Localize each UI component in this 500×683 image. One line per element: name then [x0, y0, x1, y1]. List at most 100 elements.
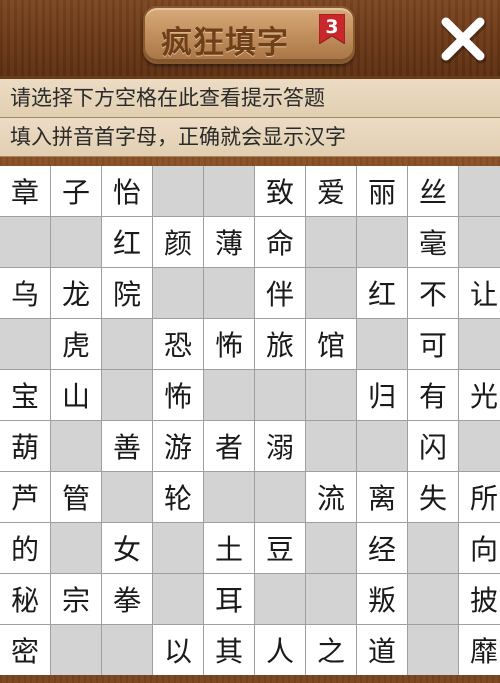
- grid-cell-empty[interactable]: [51, 625, 101, 675]
- grid-cell-empty[interactable]: [459, 217, 500, 267]
- grid-cell-filled[interactable]: 轮: [153, 472, 203, 522]
- grid-cell-empty[interactable]: [255, 370, 305, 420]
- grid-cell-empty[interactable]: [153, 523, 203, 573]
- grid-cell-empty[interactable]: [204, 370, 254, 420]
- grid-cell-filled[interactable]: 豆: [255, 523, 305, 573]
- grid-cell-filled[interactable]: 靡: [459, 625, 500, 675]
- grid-cell-filled[interactable]: 爱: [306, 166, 356, 216]
- grid-cell-empty[interactable]: [51, 523, 101, 573]
- grid-cell-filled[interactable]: 怖: [204, 319, 254, 369]
- grid-cell-filled[interactable]: 山: [51, 370, 101, 420]
- grid-cell-filled[interactable]: 旅: [255, 319, 305, 369]
- grid-cell-empty[interactable]: [306, 574, 356, 624]
- grid-cell-empty[interactable]: [408, 625, 458, 675]
- grid-cell-filled[interactable]: 乌: [0, 268, 50, 318]
- grid-cell-filled[interactable]: 章: [0, 166, 50, 216]
- grid-cell-empty[interactable]: [0, 217, 50, 267]
- grid-cell-filled[interactable]: 土: [204, 523, 254, 573]
- grid-cell-filled[interactable]: 所: [459, 472, 500, 522]
- grid-cell-empty[interactable]: [153, 268, 203, 318]
- grid-cell-filled[interactable]: 其: [204, 625, 254, 675]
- grid-cell-filled[interactable]: 宗: [51, 574, 101, 624]
- grid-cell-filled[interactable]: 芦: [0, 472, 50, 522]
- grid-cell-empty[interactable]: [255, 472, 305, 522]
- grid-cell-empty[interactable]: [51, 217, 101, 267]
- grid-cell-empty[interactable]: [306, 523, 356, 573]
- grid-cell-empty[interactable]: [306, 421, 356, 471]
- grid-cell-empty[interactable]: [459, 421, 500, 471]
- grid-cell-filled[interactable]: 让: [459, 268, 500, 318]
- grid-cell-filled[interactable]: 颜: [153, 217, 203, 267]
- grid-cell-filled[interactable]: 失: [408, 472, 458, 522]
- grid-cell-filled[interactable]: 归: [357, 370, 407, 420]
- grid-cell-filled[interactable]: 宝: [0, 370, 50, 420]
- grid-cell-filled[interactable]: 向: [459, 523, 500, 573]
- close-button[interactable]: [438, 14, 490, 66]
- grid-cell-empty[interactable]: [408, 523, 458, 573]
- grid-cell-empty[interactable]: [0, 319, 50, 369]
- grid-cell-filled[interactable]: 的: [0, 523, 50, 573]
- grid-cell-empty[interactable]: [459, 319, 500, 369]
- grid-cell-filled[interactable]: 耳: [204, 574, 254, 624]
- grid-cell-empty[interactable]: [204, 472, 254, 522]
- grid-cell-filled[interactable]: 怖: [153, 370, 203, 420]
- grid-cell-empty[interactable]: [357, 421, 407, 471]
- grid-cell-filled[interactable]: 经: [357, 523, 407, 573]
- grid-cell-empty[interactable]: [102, 472, 152, 522]
- grid-cell-empty[interactable]: [306, 268, 356, 318]
- grid-cell-filled[interactable]: 毫: [408, 217, 458, 267]
- grid-cell-filled[interactable]: 流: [306, 472, 356, 522]
- grid-cell-filled[interactable]: 怡: [102, 166, 152, 216]
- grid-cell-empty[interactable]: [306, 217, 356, 267]
- grid-cell-filled[interactable]: 院: [102, 268, 152, 318]
- grid-cell-filled[interactable]: 女: [102, 523, 152, 573]
- grid-cell-filled[interactable]: 拳: [102, 574, 152, 624]
- grid-cell-filled[interactable]: 以: [153, 625, 203, 675]
- grid-cell-filled[interactable]: 红: [102, 217, 152, 267]
- grid-cell-empty[interactable]: [408, 574, 458, 624]
- grid-cell-empty[interactable]: [255, 574, 305, 624]
- grid-cell-empty[interactable]: [204, 166, 254, 216]
- grid-cell-filled[interactable]: 红: [357, 268, 407, 318]
- grid-cell-empty[interactable]: [153, 574, 203, 624]
- grid-cell-filled[interactable]: 披: [459, 574, 500, 624]
- grid-cell-filled[interactable]: 致: [255, 166, 305, 216]
- grid-cell-empty[interactable]: [51, 421, 101, 471]
- grid-cell-filled[interactable]: 有: [408, 370, 458, 420]
- grid-cell-filled[interactable]: 可: [408, 319, 458, 369]
- grid-cell-filled[interactable]: 离: [357, 472, 407, 522]
- grid-cell-filled[interactable]: 丝: [408, 166, 458, 216]
- grid-cell-empty[interactable]: [102, 370, 152, 420]
- grid-cell-empty[interactable]: [102, 319, 152, 369]
- grid-cell-empty[interactable]: [459, 166, 500, 216]
- grid-cell-empty[interactable]: [102, 625, 152, 675]
- grid-cell-filled[interactable]: 者: [204, 421, 254, 471]
- grid-cell-filled[interactable]: 密: [0, 625, 50, 675]
- grid-cell-filled[interactable]: 龙: [51, 268, 101, 318]
- grid-cell-filled[interactable]: 恐: [153, 319, 203, 369]
- grid-cell-empty[interactable]: [357, 217, 407, 267]
- grid-cell-filled[interactable]: 道: [357, 625, 407, 675]
- grid-cell-filled[interactable]: 光: [459, 370, 500, 420]
- grid-cell-filled[interactable]: 薄: [204, 217, 254, 267]
- grid-cell-filled[interactable]: 游: [153, 421, 203, 471]
- grid-cell-empty[interactable]: [204, 268, 254, 318]
- grid-cell-filled[interactable]: 叛: [357, 574, 407, 624]
- grid-cell-filled[interactable]: 命: [255, 217, 305, 267]
- grid-cell-filled[interactable]: 丽: [357, 166, 407, 216]
- grid-cell-filled[interactable]: 善: [102, 421, 152, 471]
- grid-cell-filled[interactable]: 子: [51, 166, 101, 216]
- grid-cell-filled[interactable]: 葫: [0, 421, 50, 471]
- grid-cell-filled[interactable]: 闪: [408, 421, 458, 471]
- grid-cell-filled[interactable]: 人: [255, 625, 305, 675]
- grid-cell-filled[interactable]: 管: [51, 472, 101, 522]
- grid-cell-filled[interactable]: 溺: [255, 421, 305, 471]
- grid-cell-empty[interactable]: [153, 166, 203, 216]
- grid-cell-filled[interactable]: 之: [306, 625, 356, 675]
- grid-cell-filled[interactable]: 秘: [0, 574, 50, 624]
- grid-cell-filled[interactable]: 伴: [255, 268, 305, 318]
- grid-cell-empty[interactable]: [357, 319, 407, 369]
- grid-cell-filled[interactable]: 馆: [306, 319, 356, 369]
- grid-cell-filled[interactable]: 虎: [51, 319, 101, 369]
- grid-cell-filled[interactable]: 不: [408, 268, 458, 318]
